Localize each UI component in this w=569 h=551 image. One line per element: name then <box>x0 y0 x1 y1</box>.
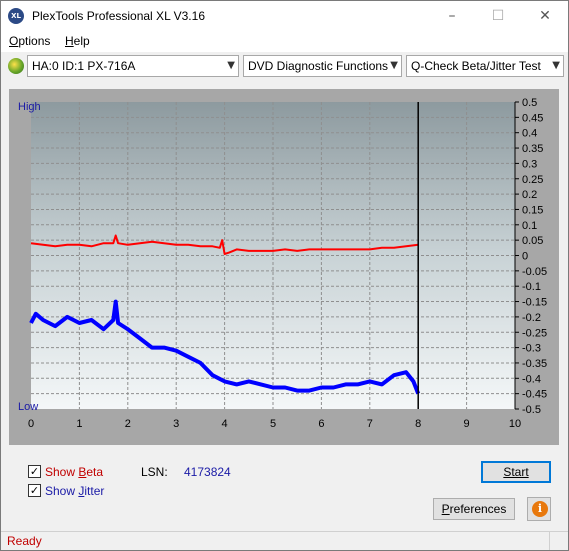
minimize-button[interactable]: – <box>429 1 475 31</box>
beta-jitter-chart: 0 1 2 3 4 5 6 7 8 9 10 0.5 0.45 0.4 0.35 0.3 0.25 0.2 0.1… <box>28 97 547 430</box>
y-tick-label: 0.35 <box>522 143 543 155</box>
show-jitter-label-prefix: Show <box>45 484 79 498</box>
status-resize-grip[interactable] <box>549 532 567 550</box>
x-tick-label: 9 <box>464 418 470 430</box>
show-jitter-label-rest: itter <box>84 484 105 498</box>
app-logo-icon: XL <box>8 8 24 24</box>
preferences-button[interactable]: Preferences <box>433 498 515 520</box>
menu-options-accesskey: O <box>9 34 19 48</box>
status-bar: Ready <box>1 531 568 550</box>
y-tick-label: 0.5 <box>522 97 537 109</box>
x-tick-label: 6 <box>318 418 324 430</box>
y-tick-label: -0.2 <box>522 312 541 324</box>
y-axis-high-label: High <box>18 101 41 113</box>
maximize-button[interactable]: ☐ <box>475 1 521 31</box>
drive-select[interactable]: HA:0 ID:1 PX-716A ▼ <box>27 55 239 77</box>
y-tick-label: 0.05 <box>522 235 543 247</box>
show-jitter-checkbox[interactable]: ✓ <box>28 484 41 497</box>
info-button[interactable]: i <box>527 497 551 521</box>
window-title: PlexTools Professional XL V3.16 <box>32 9 205 23</box>
status-text: Ready <box>7 534 42 548</box>
x-tick-label: 1 <box>76 418 82 430</box>
y-tick-label: -0.15 <box>522 297 547 309</box>
test-select[interactable]: Q-Check Beta/Jitter Test ▼ <box>406 55 564 77</box>
menu-help[interactable]: Help <box>65 34 90 48</box>
x-tick-label: 10 <box>509 418 521 430</box>
y-tick-label: 0.45 <box>522 112 543 124</box>
y-tick-label: 0.2 <box>522 189 537 201</box>
menu-help-accesskey: H <box>65 34 74 48</box>
y-tick-label: -0.4 <box>522 373 541 385</box>
y-tick-label: -0.45 <box>522 389 547 401</box>
lsn-value: 4173824 <box>184 465 231 479</box>
y-tick-label: -0.35 <box>522 358 547 370</box>
y-tick-label: -0.05 <box>522 266 547 278</box>
x-axis: 0 1 2 3 4 5 6 7 8 9 10 <box>28 418 521 430</box>
show-beta-label-rest: eta <box>86 465 104 479</box>
controls-panel: ✓ Show Beta ✓ Show Jitter LSN: 4173824 S… <box>9 452 559 525</box>
y-tick-label: -0.25 <box>522 327 547 339</box>
show-beta-checkbox[interactable]: ✓ <box>28 465 41 478</box>
menu-options-label: ptions <box>18 34 51 48</box>
drive-select-value: HA:0 ID:1 PX-716A <box>32 59 136 73</box>
menu-bar: Options Help <box>1 31 568 52</box>
y-tick-label: -0.3 <box>522 343 541 355</box>
x-tick-label: 4 <box>222 418 228 430</box>
chevron-down-icon: ▼ <box>227 60 235 71</box>
show-beta-label-prefix: Show <box>45 465 79 479</box>
drive-disc-icon <box>8 58 24 74</box>
x-tick-label: 0 <box>28 418 34 430</box>
x-tick-label: 5 <box>270 418 276 430</box>
show-beta-label[interactable]: Show Beta <box>45 465 103 479</box>
menu-help-label: elp <box>73 34 90 48</box>
x-tick-label: 2 <box>125 418 131 430</box>
lsn-label: LSN: <box>141 465 168 479</box>
x-tick-label: 8 <box>415 418 421 430</box>
y-tick-label: 0 <box>522 251 528 263</box>
chevron-down-icon: ▼ <box>390 60 398 71</box>
chart-panel: High Low 0 1 2 3 4 5 6 7 8 9 10 0.5 0.45 0.4 0.35 0.3 0… <box>9 89 559 445</box>
y-tick-label: -0.5 <box>522 404 541 416</box>
start-button-label: Start <box>503 465 529 479</box>
grid <box>31 102 515 409</box>
title-bar: XL PlexTools Professional XL V3.16 – ☐ ✕ <box>1 1 568 31</box>
info-icon: i <box>532 501 548 517</box>
y-axis-right: 0.5 0.45 0.4 0.35 0.3 0.25 0.2 0.15 0.1 0.05 0 -0.0… <box>514 97 547 416</box>
function-select[interactable]: DVD Diagnostic Functions ▼ <box>243 55 402 77</box>
y-tick-label: -0.1 <box>522 281 541 293</box>
test-select-value: Q-Check Beta/Jitter Test <box>411 59 541 73</box>
x-tick-label: 3 <box>173 418 179 430</box>
y-axis-low-label: Low <box>18 401 39 413</box>
y-tick-label: 0.1 <box>522 220 537 232</box>
chevron-down-icon: ▼ <box>552 60 560 71</box>
y-tick-label: 0.3 <box>522 158 537 170</box>
preferences-button-label: references <box>449 502 507 516</box>
x-tick-label: 7 <box>367 418 373 430</box>
y-tick-label: 0.4 <box>522 128 537 140</box>
y-tick-label: 0.25 <box>522 174 543 186</box>
close-button[interactable]: ✕ <box>522 1 568 31</box>
preferences-accesskey: P <box>441 502 450 516</box>
function-select-value: DVD Diagnostic Functions <box>248 59 389 73</box>
show-jitter-label[interactable]: Show Jitter <box>45 484 104 498</box>
y-tick-label: 0.15 <box>522 204 543 216</box>
menu-options[interactable]: Options <box>9 34 50 48</box>
start-button[interactable]: Start <box>481 461 551 483</box>
app-window: XL PlexTools Professional XL V3.16 – ☐ ✕… <box>0 0 569 551</box>
